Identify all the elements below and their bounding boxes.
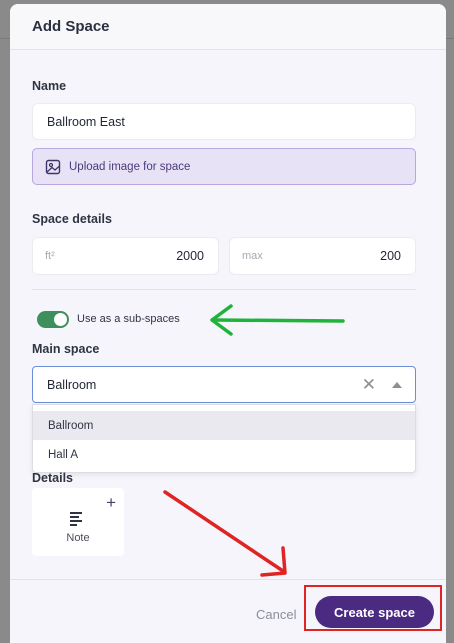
green-arrow (210, 304, 345, 336)
red-arrow (163, 490, 287, 577)
annotation-arrows (163, 304, 345, 577)
